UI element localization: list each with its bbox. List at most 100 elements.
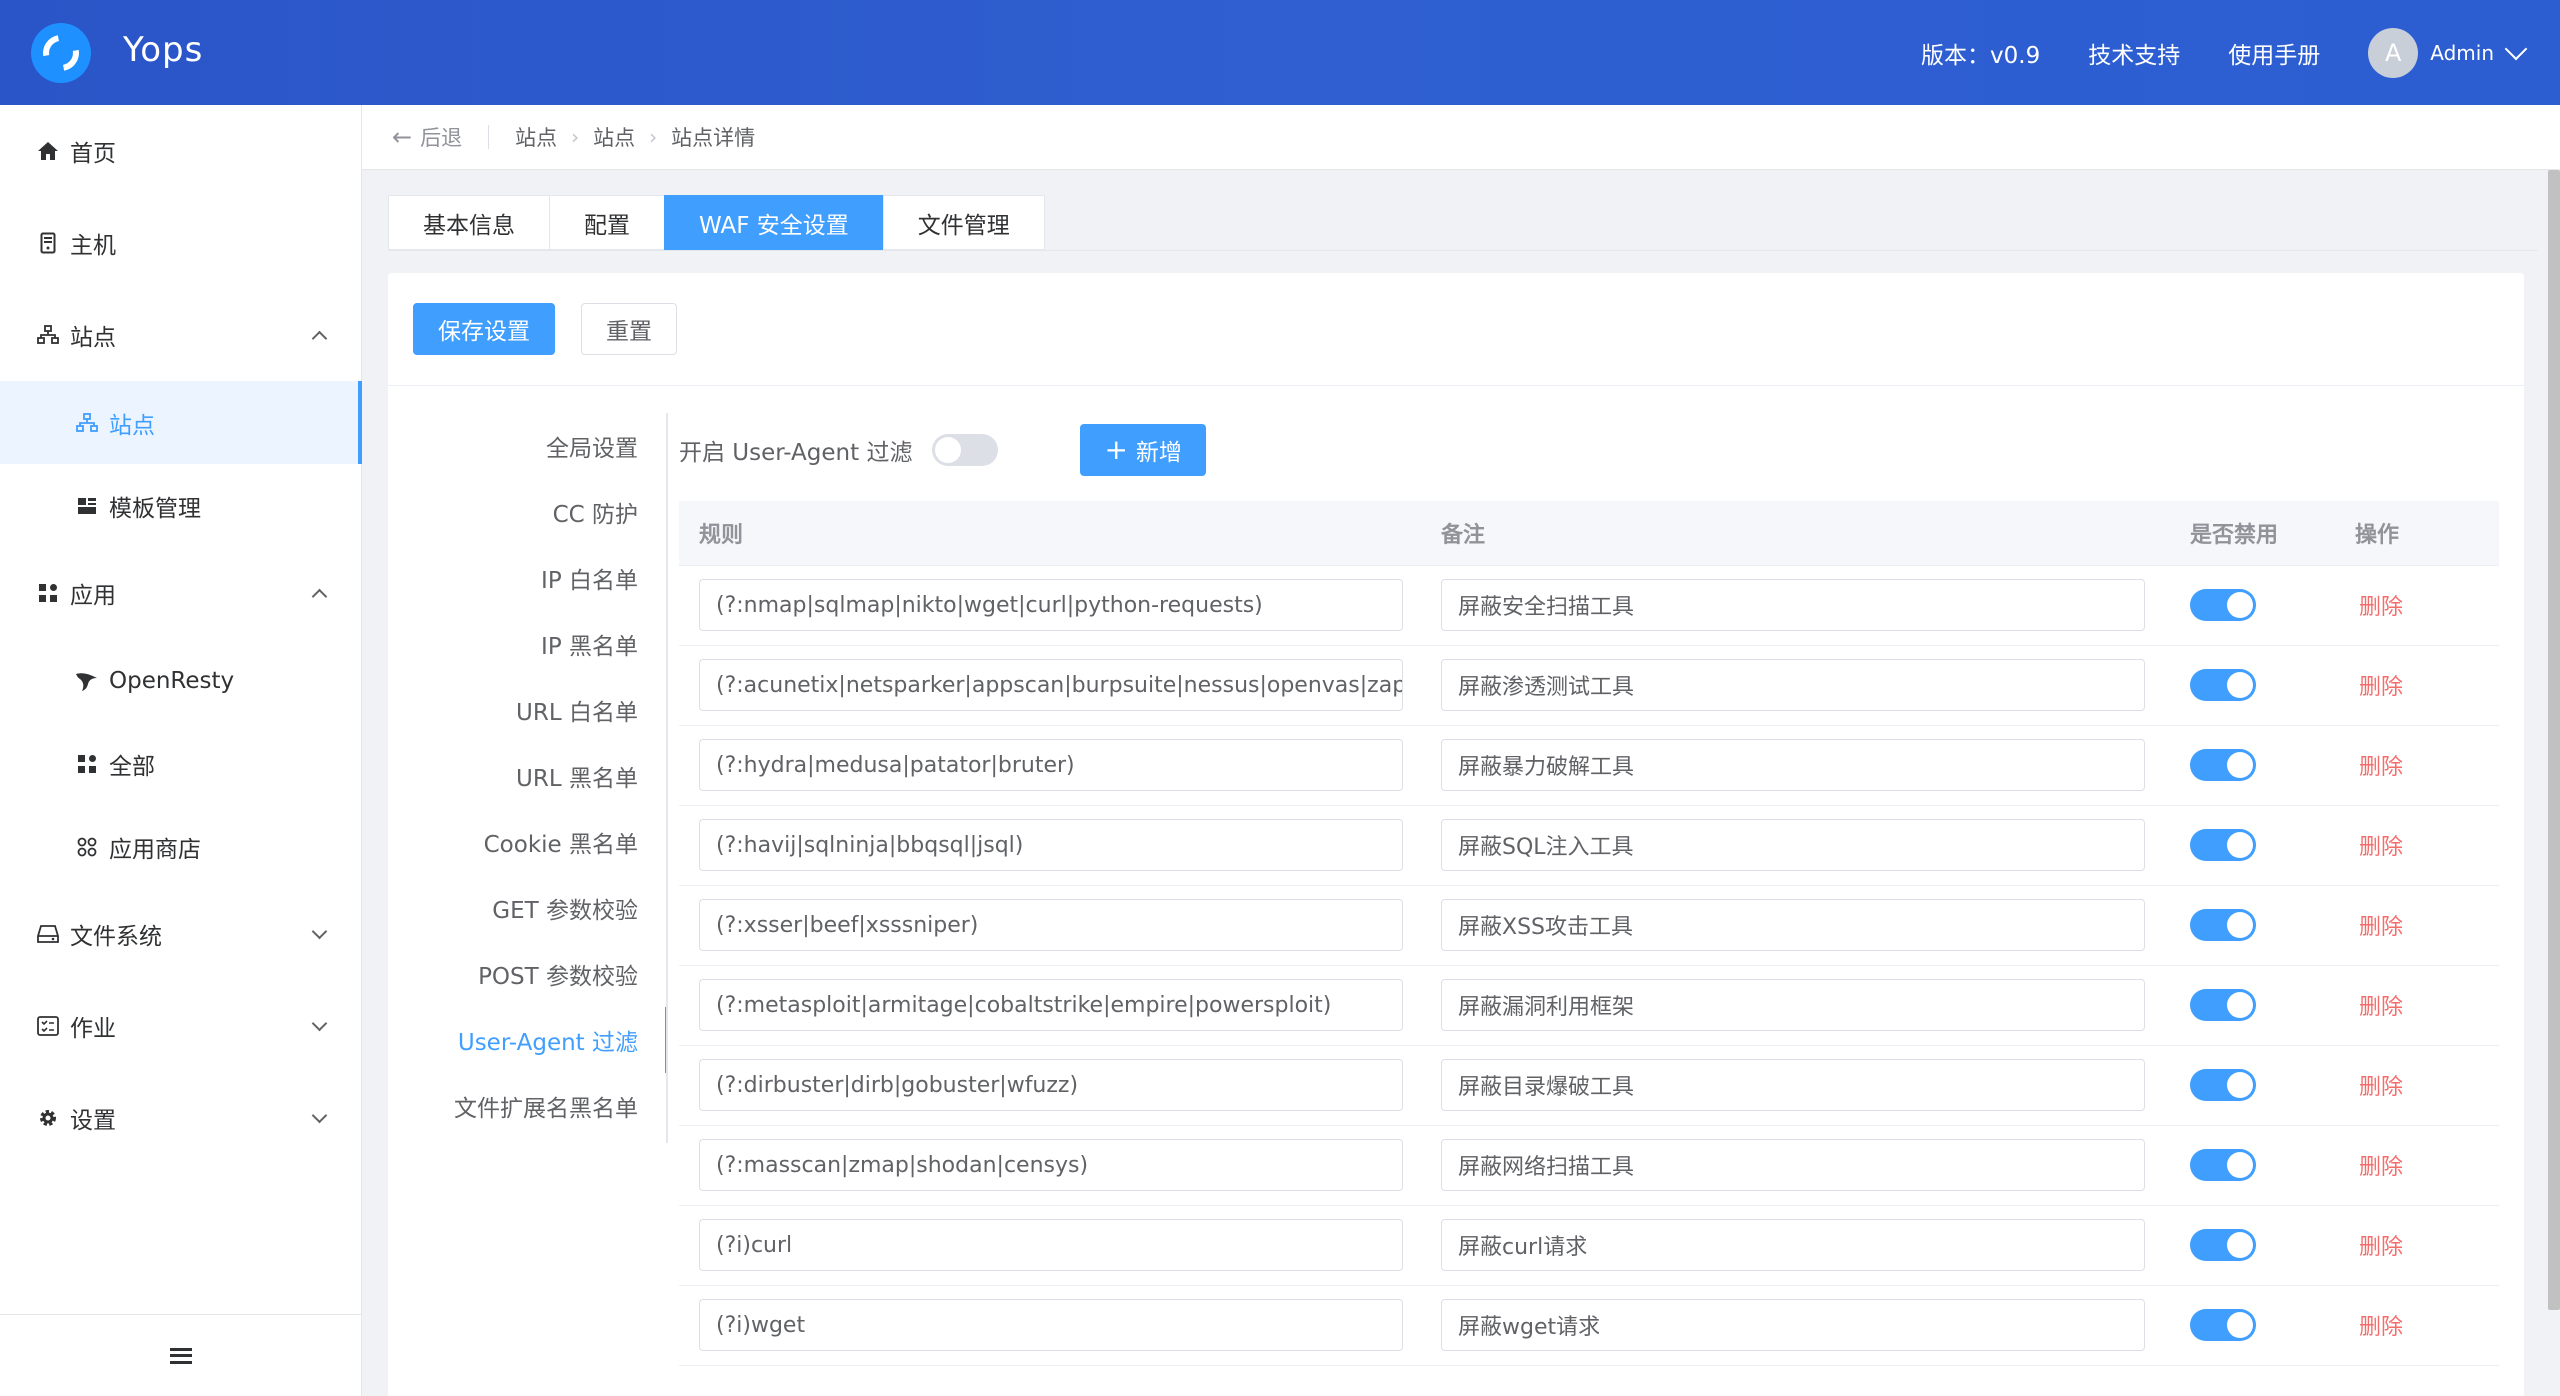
rule-disabled-toggle[interactable] [2190, 669, 2256, 701]
submenu-item-cookie-blacklist[interactable]: Cookie 黑名单 [388, 809, 668, 875]
submenu-item-ip-whitelist[interactable]: IP 白名单 [388, 545, 668, 611]
user-agent-panel: 开启 User-Agent 过滤 + 新增 规则 备注 是否禁用 操作 (?:n… [679, 413, 2499, 1366]
submenu-item-get-params[interactable]: GET 参数校验 [388, 875, 668, 941]
submenu-item-user-agent[interactable]: User-Agent 过滤 [388, 1007, 668, 1073]
sidebar-item-label: 站点 [70, 325, 116, 351]
note-input[interactable]: 屏蔽渗透测试工具 [1441, 659, 2145, 711]
submenu-item-post-params[interactable]: POST 参数校验 [388, 941, 668, 1007]
rule-cell: (?i)curl [679, 1205, 1421, 1286]
sidebar-item-home[interactable]: 首页 [0, 105, 361, 197]
add-rule-button[interactable]: + 新增 [1080, 424, 1206, 476]
rule-input[interactable]: (?:nmap|sqlmap|nikto|wget|curl|python-re… [699, 579, 1403, 631]
disabled-cell [2170, 805, 2335, 886]
note-input[interactable]: 屏蔽暴力破解工具 [1441, 739, 2145, 791]
sidebar-item-jobs[interactable]: 作业 [0, 980, 361, 1072]
header-actions: 版本：v0.9 技术支持 使用手册 A Admin [1921, 0, 2560, 105]
rule-input[interactable]: (?i)wget [699, 1299, 1403, 1351]
tab-divider [388, 250, 2538, 251]
gear-icon [36, 1106, 60, 1130]
rule-cell: (?:metasploit|armitage|cobaltstrike|empi… [679, 965, 1421, 1046]
rule-disabled-toggle[interactable] [2190, 829, 2256, 861]
rule-cell: (?:masscan|zmap|shodan|censys) [679, 1125, 1421, 1206]
note-input[interactable]: 屏蔽curl请求 [1441, 1219, 2145, 1271]
page-scrollbar[interactable] [2548, 170, 2560, 1310]
sidebar-item-all-apps[interactable]: 全部 [0, 722, 361, 805]
rule-input[interactable]: (?:hydra|medusa|patator|bruter) [699, 739, 1403, 791]
rule-input[interactable]: (?:xsser|beef|xsssniper) [699, 899, 1403, 951]
rule-disabled-toggle[interactable] [2190, 1149, 2256, 1181]
delete-rule-link[interactable]: 删除 [2359, 1315, 2403, 1340]
rule-disabled-toggle[interactable] [2190, 1309, 2256, 1341]
rule-disabled-toggle[interactable] [2190, 989, 2256, 1021]
submenu-item-url-whitelist[interactable]: URL 白名单 [388, 677, 668, 743]
rule-input[interactable]: (?:masscan|zmap|shodan|censys) [699, 1139, 1403, 1191]
note-input[interactable]: 屏蔽目录爆破工具 [1441, 1059, 2145, 1111]
collapse-menu-icon[interactable] [169, 1347, 192, 1364]
save-settings-button[interactable]: 保存设置 [413, 303, 555, 355]
submenu-item-url-blacklist[interactable]: URL 黑名单 [388, 743, 668, 809]
ua-filter-toggle[interactable] [932, 434, 999, 466]
sidebar-item-apps[interactable]: 应用 [0, 547, 361, 639]
rule-disabled-toggle[interactable] [2190, 1069, 2256, 1101]
delete-rule-link[interactable]: 删除 [2359, 835, 2403, 860]
sidebar-item-host[interactable]: 主机 [0, 197, 361, 289]
reset-button[interactable]: 重置 [581, 303, 677, 355]
note-input[interactable]: 屏蔽SQL注入工具 [1441, 819, 2145, 871]
delete-rule-link[interactable]: 删除 [2359, 1155, 2403, 1180]
sidebar-item-templates[interactable]: 模板管理 [0, 464, 361, 547]
table-header-row: 规则 备注 是否禁用 操作 [679, 501, 2499, 566]
tab-files[interactable]: 文件管理 [882, 195, 1045, 250]
user-name[interactable]: Admin [2430, 41, 2494, 65]
sidebar-item-sites[interactable]: 站点 [0, 289, 361, 381]
manual-link[interactable]: 使用手册 [2228, 36, 2320, 70]
rule-input[interactable]: (?:metasploit|armitage|cobaltstrike|empi… [699, 979, 1403, 1031]
submenu-item-ext-blacklist[interactable]: 文件扩展名黑名单 [388, 1073, 668, 1139]
rule-disabled-toggle[interactable] [2190, 749, 2256, 781]
submenu-item-ip-blacklist[interactable]: IP 黑名单 [388, 611, 668, 677]
note-input[interactable]: 屏蔽XSS攻击工具 [1441, 899, 2145, 951]
sidebar-item-app-store[interactable]: 应用商店 [0, 805, 361, 888]
delete-rule-link[interactable]: 删除 [2359, 995, 2403, 1020]
note-input[interactable]: 屏蔽安全扫描工具 [1441, 579, 2145, 631]
back-button[interactable]: ← 后退 [392, 122, 462, 152]
column-header-disabled: 是否禁用 [2170, 501, 2335, 566]
sidebar-item-sites-list[interactable]: 站点 [0, 381, 362, 464]
sidebar-item-settings[interactable]: 设置 [0, 1072, 361, 1164]
note-cell: 屏蔽渗透测试工具 [1421, 645, 2170, 726]
note-input[interactable]: 屏蔽漏洞利用框架 [1441, 979, 2145, 1031]
app-logo[interactable] [31, 23, 91, 83]
back-label: 后退 [420, 126, 463, 150]
delete-rule-link[interactable]: 删除 [2359, 915, 2403, 940]
rule-input[interactable]: (?:acunetix|netsparker|appscan|burpsuite… [699, 659, 1403, 711]
breadcrumb-item[interactable]: 站点 [515, 122, 557, 152]
avatar[interactable]: A [2368, 27, 2419, 78]
chevron-up-icon [311, 330, 328, 346]
delete-rule-link[interactable]: 删除 [2359, 675, 2403, 700]
support-link[interactable]: 技术支持 [2088, 36, 2180, 70]
delete-rule-link[interactable]: 删除 [2359, 595, 2403, 620]
tab-config[interactable]: 配置 [549, 195, 664, 250]
sidebar-item-filesystem[interactable]: 文件系统 [0, 888, 361, 980]
tab-waf[interactable]: WAF 安全设置 [664, 195, 883, 250]
version-label: 版本：v0.9 [1921, 42, 2041, 69]
breadcrumb-item[interactable]: 站点 [593, 122, 635, 152]
rule-input[interactable]: (?:havij|sqlninja|bbqsql|jsql) [699, 819, 1403, 871]
rule-disabled-toggle[interactable] [2190, 909, 2256, 941]
rule-disabled-toggle[interactable] [2190, 589, 2256, 621]
delete-rule-link[interactable]: 删除 [2359, 755, 2403, 780]
delete-rule-link[interactable]: 删除 [2359, 1075, 2403, 1100]
rule-disabled-toggle[interactable] [2190, 1229, 2256, 1261]
note-input[interactable]: 屏蔽网络扫描工具 [1441, 1139, 2145, 1191]
note-input[interactable]: 屏蔽wget请求 [1441, 1299, 2145, 1351]
rule-input[interactable]: (?i)curl [699, 1219, 1403, 1271]
delete-rule-link[interactable]: 删除 [2359, 1235, 2403, 1260]
note-cell: 屏蔽wget请求 [1421, 1285, 2170, 1366]
tab-basic-info[interactable]: 基本信息 [388, 195, 549, 250]
submenu-item-cc[interactable]: CC 防护 [388, 479, 668, 545]
apps-icon [75, 752, 99, 776]
table-row: (?:metasploit|armitage|cobaltstrike|empi… [679, 965, 2499, 1046]
chevron-down-icon[interactable] [2504, 37, 2528, 60]
rule-input[interactable]: (?:dirbuster|dirb|gobuster|wfuzz) [699, 1059, 1403, 1111]
submenu-item-global[interactable]: 全局设置 [388, 413, 668, 479]
sidebar-item-openresty[interactable]: OpenResty [0, 639, 361, 722]
